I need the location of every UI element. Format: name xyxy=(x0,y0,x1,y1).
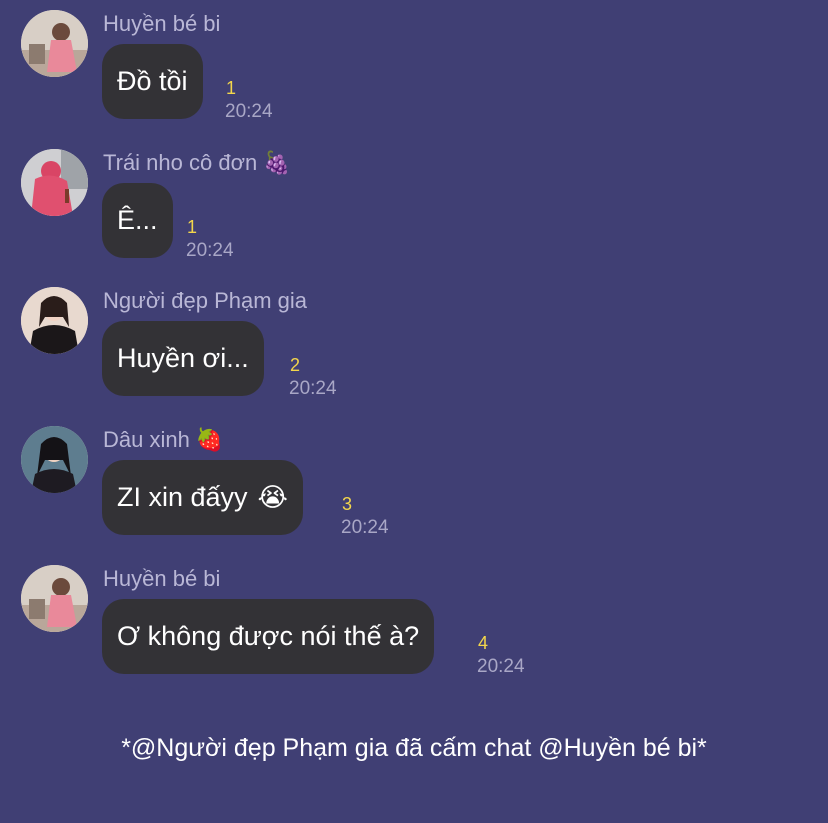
message-time: 20:24 xyxy=(186,240,234,261)
read-count: 1 xyxy=(226,78,237,98)
message-text: ZI xin đấyy xyxy=(117,482,248,512)
sender-name: Huyền bé bi xyxy=(103,566,221,591)
message-text: Đồ tồi xyxy=(117,66,188,96)
message-row: Người đẹp Phạm gia Huyền ơi... 2 20:24 xyxy=(0,277,828,407)
read-count: 1 xyxy=(187,217,198,237)
message-time: 20:24 xyxy=(341,517,389,538)
message-text: Ê... xyxy=(117,205,158,235)
read-count: 3 xyxy=(342,494,353,514)
message-time: 20:24 xyxy=(225,101,273,122)
avatar[interactable] xyxy=(21,565,88,632)
crying-face-emoji: 😭 xyxy=(257,482,288,512)
sender-name: Huyền bé bi xyxy=(103,11,221,36)
sender-name: Trái nho cô đơn 🍇 xyxy=(103,150,291,175)
avatar[interactable] xyxy=(21,10,88,77)
message-bubble[interactable]: Ơ không được nói thế à? xyxy=(102,599,435,674)
message-time: 20:24 xyxy=(477,656,525,677)
message-bubble[interactable]: Huyền ơi... xyxy=(102,321,264,396)
message-bubble[interactable]: ZI xin đấyy 😭 xyxy=(102,460,303,535)
message-row: Trái nho cô đơn 🍇 Ê... 1 20:24 xyxy=(0,139,828,269)
message-row: Huyền bé bi Đồ tồi 1 20:24 xyxy=(0,0,828,130)
sender-emoji: 🍓 xyxy=(195,427,224,452)
message-text: Ơ không được nói thế à? xyxy=(117,621,420,651)
sender-emoji: 🍇 xyxy=(263,150,291,175)
system-notice: *@Người đẹp Phạm gia đã cấm chat @Huyền … xyxy=(121,734,707,762)
message-row: Huyền bé bi Ơ không được nói thế à? 4 20… xyxy=(0,555,828,685)
message-bubble[interactable]: Đồ tồi xyxy=(102,44,203,119)
sender-name: Người đẹp Phạm gia xyxy=(103,288,308,313)
message-bubble[interactable]: Ê... xyxy=(102,183,173,258)
avatar[interactable] xyxy=(21,287,88,354)
read-count: 2 xyxy=(290,355,301,375)
message-row: Dâu xinh 🍓 ZI xin đấyy 😭 3 20:24 xyxy=(0,416,828,546)
sender-name: Dâu xinh 🍓 xyxy=(103,427,224,452)
avatar[interactable] xyxy=(21,426,88,493)
message-time: 20:24 xyxy=(289,378,337,399)
avatar[interactable] xyxy=(21,149,88,216)
read-count: 4 xyxy=(478,633,489,653)
message-text: Huyền ơi... xyxy=(117,343,249,373)
